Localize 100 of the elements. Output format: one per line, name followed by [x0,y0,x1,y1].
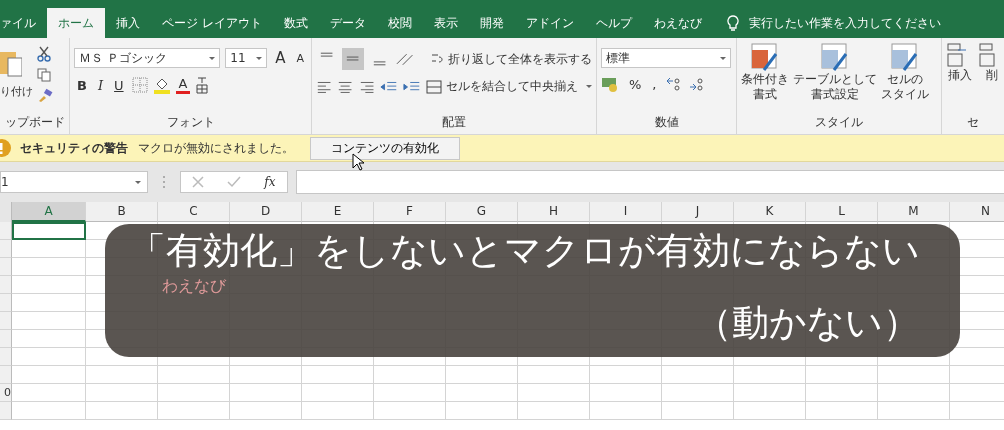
font-color-button[interactable]: A [175,76,191,94]
row-header[interactable] [0,222,12,240]
checkmark-icon[interactable] [227,176,242,188]
caption-text: 「有効化」をしないとマクロが有効にならない [129,228,920,274]
row-header[interactable]: 0 [0,384,12,402]
column-header[interactable]: K [734,202,806,222]
decrease-indent-icon[interactable] [379,79,398,94]
ribbon-tab[interactable]: アドイン [514,8,585,38]
insert-function-button[interactable]: fx [264,175,276,189]
table-style-icon [750,42,780,72]
comma-button[interactable]: , [649,76,660,92]
cancel-icon[interactable] [192,176,205,188]
ribbon-tab[interactable]: 数式 [272,8,319,38]
text-orientation-icon[interactable] [394,51,415,67]
lightbulb-icon [726,14,739,32]
group-label: フォント [165,114,216,131]
insert-cells-button[interactable]: 挿入 [946,42,974,114]
group-label: スタイル [814,114,864,131]
align-middle-icon[interactable] [342,48,364,70]
fill-color-icon[interactable] [152,76,171,94]
column-header[interactable]: J [662,202,734,222]
underline-button[interactable]: U [111,77,127,93]
merge-cells-icon [426,79,442,94]
group-label: ップボード [3,114,66,131]
formula-input-field[interactable] [296,170,1004,194]
borders-icon[interactable] [131,77,148,93]
increase-decimal-icon[interactable] [664,77,683,91]
phonetic-guide-icon[interactable] [195,76,210,94]
ribbon-tab[interactable]: データ [318,8,377,38]
security-warning-title: セキュリティの警告 [20,139,128,157]
table-style-icon [820,42,850,72]
wrap-text-icon [430,52,444,66]
column-header[interactable]: L [806,202,878,222]
style-gallery-button[interactable]: セルの スタイル [881,42,929,114]
column-header[interactable]: F [374,202,446,222]
ribbon-tab[interactable]: わえなび [642,8,713,38]
name-box[interactable]: 1 [0,171,148,193]
style-gallery-button[interactable]: 条件付き 書式 [741,42,789,114]
ribbon-tab[interactable]: ページ レイアウト [151,8,273,38]
mouse-pointer-icon [352,153,364,171]
column-header[interactable]: C [158,202,230,222]
row-header[interactable] [0,366,12,384]
grid-cell[interactable] [12,222,86,240]
delete-cells-button[interactable]: 削 [978,42,1004,114]
row-header[interactable] [0,402,12,420]
group-label: 数値 [653,114,680,131]
row-header[interactable] [0,312,12,330]
cell-text: わえなび [162,276,226,297]
font-name-dropdown[interactable]: ＭＳ Ｐゴシック [74,48,221,68]
column-header[interactable]: D [230,202,302,222]
ribbon-tab[interactable]: ホーム [47,8,105,38]
shrink-font-button[interactable]: A [293,51,307,65]
ribbon-tab[interactable]: ァイル [0,8,47,38]
column-header[interactable]: E [302,202,374,222]
ribbon-tab[interactable]: 校閲 [376,8,423,38]
align-left-icon[interactable] [316,79,333,94]
align-right-icon[interactable] [358,79,375,94]
enable-content-button[interactable]: コンテンツの有効化 [310,136,460,160]
group-label: セ [966,114,980,131]
number-format-dropdown[interactable]: 標準 [601,48,731,68]
column-header[interactable]: H [518,202,590,222]
table-style-icon [890,42,920,72]
caption-text: （動かない） [695,300,920,346]
style-gallery-button[interactable]: テーブルとして 書式設定 [793,42,877,114]
column-header[interactable]: G [446,202,518,222]
column-header[interactable]: N [950,202,1004,222]
increase-indent-icon[interactable] [402,79,421,94]
column-header[interactable]: B [86,202,158,222]
row-header[interactable] [0,330,12,348]
bold-button[interactable]: B [74,77,90,93]
row-header[interactable] [0,276,12,294]
merge-center-button[interactable]: セルを結合して中央揃え [426,78,592,95]
row-header[interactable] [0,294,12,312]
grow-font-button[interactable]: A [272,49,289,67]
percent-button[interactable]: % [626,76,645,92]
security-warning-message: マクロが無効にされました。 [138,139,294,157]
row-header[interactable] [0,348,12,366]
ribbon-tab[interactable]: 開発 [468,8,515,38]
ribbon-tab[interactable]: 挿入 [105,8,151,38]
decrease-decimal-icon[interactable] [687,77,706,91]
wrap-text-button[interactable]: 折り返して全体を表示する [430,50,592,68]
align-center-icon[interactable] [337,79,354,94]
ribbon-tab[interactable]: ヘルプ [584,8,643,38]
font-size-dropdown[interactable]: 11 [225,48,268,68]
copy-icon[interactable] [37,68,51,82]
scissors-icon[interactable] [37,46,51,62]
column-header[interactable]: I [590,202,662,222]
paste-button[interactable]: り付け [0,44,33,114]
column-header[interactable]: M [878,202,950,222]
warning-icon [0,139,12,157]
ribbon-tab[interactable]: 表示 [422,8,469,38]
group-label: 配置 [441,114,467,131]
italic-button[interactable]: I [94,77,107,93]
drag-handle-icon[interactable] [162,175,166,189]
column-header[interactable]: A [12,202,86,222]
paintbrush-icon[interactable] [37,88,53,102]
select-all-corner[interactable] [0,202,12,222]
row-header[interactable] [0,258,12,276]
tell-me-search-field[interactable]: 実行したい作業を入力してください [748,14,941,32]
row-header[interactable] [0,240,12,258]
